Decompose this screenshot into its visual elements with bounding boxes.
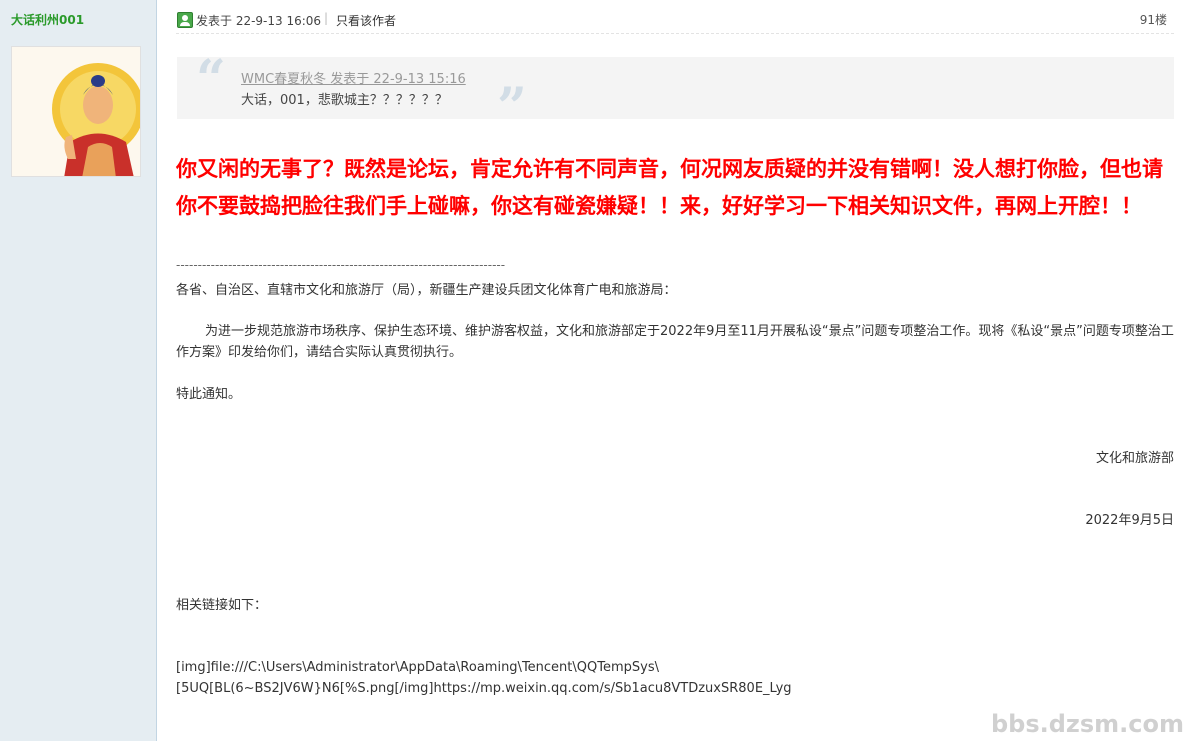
floor-number[interactable]: 91楼 bbox=[1140, 11, 1167, 28]
user-online-icon bbox=[177, 12, 193, 28]
notice-salutation: 各省、自治区、直辖市文化和旅游厅（局），新疆生产建设兵团文化体育广电和旅游局： bbox=[176, 283, 677, 298]
dashed-divider: ----------------------------------------… bbox=[176, 258, 506, 272]
only-author-link[interactable]: 只看该作者 bbox=[336, 12, 396, 29]
links-label: 相关链接如下： bbox=[176, 598, 268, 613]
link-text-line-1: [img]file:///C:\Users\Administrator\AppD… bbox=[176, 660, 659, 675]
post-meta-bar: 发表于 22-9-13 16:06 | 只看该作者 91楼 bbox=[176, 10, 1174, 34]
avatar[interactable] bbox=[11, 46, 141, 177]
notice-closing: 特此通知。 bbox=[176, 387, 242, 402]
quote-source-link[interactable]: WMC春夏秋冬 发表于 22-9-13 15:16 bbox=[241, 68, 466, 87]
link-text-line-2: [5UQ[BL(6~BS2JV6W}N6[%S.png[/img]https:/… bbox=[176, 681, 792, 696]
post-main: 发表于 22-9-13 16:06 | 只看该作者 91楼 “ WMC春夏秋冬 … bbox=[176, 0, 1174, 741]
quote-open-icon: “ bbox=[196, 49, 226, 110]
meta-separator: | bbox=[324, 11, 329, 25]
author-name-link[interactable]: 大话利州001 bbox=[11, 11, 84, 28]
author-sidebar: 大话利州001 bbox=[0, 0, 157, 741]
emphasis-text: 你又闲的无事了？既然是论坛，肯定允许有不同声音，何况网友质疑的并没有错啊！没人想… bbox=[176, 156, 1163, 218]
notice-body: 为进一步规范旅游市场秩序、保护生态环境、维护游客权益，文化和旅游部定于2022年… bbox=[176, 324, 1174, 360]
quote-close-icon: ” bbox=[497, 77, 527, 138]
buddha-avatar-image bbox=[12, 47, 140, 176]
site-watermark: bbs.dzsm.com bbox=[990, 710, 1184, 738]
quote-block: “ WMC春夏秋冬 发表于 22-9-13 15:16 大话，001，悲歌城主？… bbox=[177, 49, 1174, 138]
signature-date: 2022年9月5日 bbox=[1085, 513, 1174, 528]
post-time: 发表于 22-9-13 16:06 bbox=[196, 14, 322, 28]
quote-body: 大话，001，悲歌城主？？？？？？ bbox=[241, 93, 448, 108]
signature-org: 文化和旅游部 bbox=[1095, 451, 1174, 466]
